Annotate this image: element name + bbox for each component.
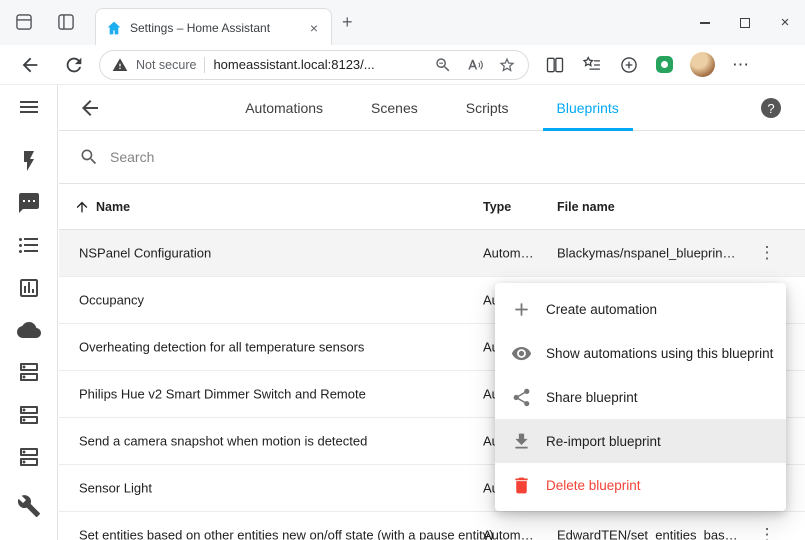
not-secure-warning-icon[interactable] (112, 57, 128, 73)
energy-icon[interactable] (17, 149, 41, 173)
tab-automations[interactable]: Automations (231, 85, 337, 131)
row-name: Overheating detection for all temperatur… (79, 340, 364, 355)
browser-menu-icon[interactable]: ⋯ (732, 55, 749, 75)
menu-item-label: Delete blueprint (546, 478, 641, 493)
new-tab-button[interactable]: + (342, 12, 353, 32)
row-type: Autom… (483, 528, 551, 540)
column-header-file[interactable]: File name (557, 200, 615, 214)
row-name: Set entities based on other entities new… (79, 528, 494, 540)
menu-item-label: Re-import blueprint (546, 434, 661, 449)
favorite-star-icon[interactable] (498, 56, 516, 74)
window-controls: × (685, 0, 805, 45)
vertical-tabs-icon[interactable] (56, 12, 76, 32)
security-label: Not secure (136, 58, 196, 72)
row-file: EdwardTEN/set_entities_bas… (557, 528, 757, 540)
menu-item-label: Create automation (546, 302, 657, 317)
developer-tools-icon[interactable] (17, 494, 41, 518)
toolbar-actions: ⋯ (545, 52, 749, 77)
todo-list-icon[interactable] (17, 233, 41, 257)
tab-scenes[interactable]: Scenes (357, 85, 432, 131)
browser-toolbar: Not secure homeassistant.local:8123/... (0, 45, 805, 85)
search-icon (79, 147, 99, 167)
help-icon[interactable]: ? (761, 98, 781, 118)
row-name: Sensor Light (79, 481, 152, 496)
download-icon (511, 431, 532, 452)
extension-icon[interactable] (656, 56, 673, 73)
tab-title: Settings – Home Assistant (130, 21, 299, 35)
ha-header: Automations Scenes Scripts Blueprints ? (59, 85, 805, 131)
trash-icon (511, 475, 532, 496)
favorites-icon[interactable] (582, 55, 602, 75)
context-menu: Create automation Show automations using… (495, 283, 786, 511)
maximize-button[interactable] (725, 0, 765, 45)
tab-scripts[interactable]: Scripts (452, 85, 523, 131)
read-aloud-icon[interactable] (466, 56, 484, 74)
plus-icon (511, 299, 532, 320)
menu-item-create-automation[interactable]: Create automation (495, 287, 786, 331)
row-type: Autom… (483, 246, 551, 261)
table-row[interactable]: NSPanel Configuration Autom… Blackymas/n… (59, 230, 805, 277)
home-assistant-favicon (106, 20, 122, 36)
zoom-out-icon[interactable] (434, 56, 452, 74)
minimize-button[interactable] (685, 0, 725, 45)
assist-icon[interactable] (17, 191, 41, 215)
tab-close-icon[interactable]: × (307, 20, 321, 36)
cloud-icon[interactable] (17, 318, 41, 342)
row-name: Send a camera snapshot when motion is de… (79, 434, 367, 449)
menu-item-label: Share blueprint (546, 390, 638, 405)
menu-item-label: Show automations using this blueprint (546, 346, 773, 361)
server-icon-1[interactable] (17, 360, 41, 384)
address-bar[interactable]: Not secure homeassistant.local:8123/... (99, 50, 529, 80)
browser-window: Settings – Home Assistant × + × Not secu… (0, 0, 805, 540)
row-more-icon[interactable]: ⋮ (755, 243, 779, 263)
url-text[interactable]: homeassistant.local:8123/... (213, 57, 420, 72)
table-header: Name Type File name (59, 183, 805, 230)
share-icon (511, 387, 532, 408)
browser-tab[interactable]: Settings – Home Assistant × (95, 8, 332, 46)
refresh-icon[interactable] (63, 54, 85, 76)
eye-icon (511, 343, 532, 364)
server-icon-2[interactable] (17, 403, 41, 427)
back-icon[interactable] (19, 54, 41, 76)
workspaces-icon[interactable] (14, 12, 34, 32)
menu-item-delete-blueprint[interactable]: Delete blueprint (495, 463, 786, 507)
column-header-type[interactable]: Type (483, 200, 511, 214)
tab-blueprints[interactable]: Blueprints (543, 85, 633, 131)
row-more-icon[interactable]: ⋮ (755, 525, 779, 540)
profile-avatar[interactable] (690, 52, 715, 77)
ha-sidebar (0, 85, 58, 540)
table-row[interactable]: Set entities based on other entities new… (59, 512, 805, 540)
browser-titlebar: Settings – Home Assistant × + × (0, 0, 805, 45)
row-name: Philips Hue v2 Smart Dimmer Switch and R… (79, 387, 366, 402)
search-row (59, 131, 805, 183)
history-icon[interactable] (17, 276, 41, 300)
split-screen-icon[interactable] (545, 55, 565, 75)
address-divider (204, 57, 205, 73)
menu-icon[interactable] (17, 95, 41, 119)
collections-icon[interactable] (619, 55, 639, 75)
row-file: Blackymas/nspanel_blueprin… (557, 246, 757, 261)
server-icon-3[interactable] (17, 445, 41, 469)
column-header-name[interactable]: Name (96, 200, 130, 214)
ha-nav-tabs: Automations Scenes Scripts Blueprints (59, 85, 805, 131)
close-button[interactable]: × (765, 0, 805, 45)
sort-ascending-icon (74, 199, 90, 215)
menu-item-reimport-blueprint[interactable]: Re-import blueprint (495, 419, 786, 463)
row-name: NSPanel Configuration (79, 246, 211, 261)
search-input[interactable] (110, 149, 410, 165)
row-name: Occupancy (79, 293, 144, 308)
menu-item-show-automations[interactable]: Show automations using this blueprint (495, 331, 786, 375)
menu-item-share-blueprint[interactable]: Share blueprint (495, 375, 786, 419)
